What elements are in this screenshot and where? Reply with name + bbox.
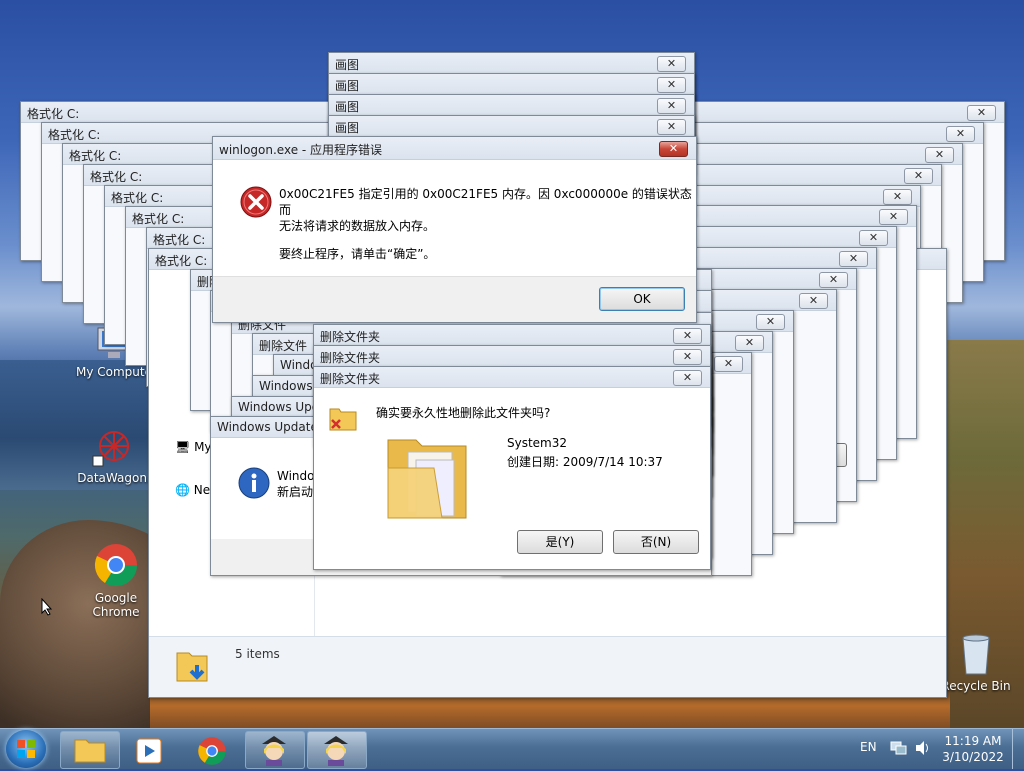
delete-question: 确实要永久性地删除此文件夹吗? [376,406,551,420]
taskbar-chrome[interactable] [182,731,242,769]
error-message: 0x00C21FE5 指定引用的 0x00C21FE5 内存。因 0xc0000… [279,186,696,262]
close-button[interactable]: ✕ [714,356,743,372]
taskbar: EN 11:19 AM 3/10/2022 [0,728,1024,769]
desktop-icon-google-chrome[interactable]: Google Chrome [76,528,156,633]
clock-time: 11:19 AM [944,734,1002,748]
error-icon [240,186,272,218]
datawagon-icon [92,431,129,467]
window-title: 画图 [335,79,360,93]
chrome-icon [198,737,226,765]
no-button[interactable]: 否(N) [613,530,699,554]
recycle-bin-icon [962,634,990,675]
window-title: 格式化 C: [155,254,208,268]
window-title: winlogon.exe - 应用程序错误 [219,143,383,157]
close-button[interactable]: ✕ [904,168,933,184]
close-button[interactable]: ✕ [673,328,702,344]
windows-logo-icon [17,740,35,758]
update-text-line: Windo [277,469,315,483]
network-icon: 🌐 [175,483,190,497]
close-button[interactable]: ✕ [657,119,686,135]
error-message-line: 要终止程序，请单击“确定”。 [279,247,436,261]
close-button[interactable]: ✕ [799,293,828,309]
close-button[interactable]: ✕ [673,370,702,386]
folder-icon [387,439,467,519]
window-title: 格式化 C: [153,233,206,247]
taskbar-app-1[interactable] [245,731,305,769]
window-title: 画图 [335,121,360,135]
nav-item[interactable]: 🖥 My [175,440,212,454]
window-title: 删除文件夹 [320,372,381,386]
window-title: 格式化 C: [48,128,101,142]
close-button[interactable]: ✕ [946,126,975,142]
details-pane: 5 items [149,636,946,697]
delete-folder-dialog[interactable]: 删除文件夹 ✕ 确实要永久性地删除此文件夹吗? System32 创建日期: 20… [313,366,711,570]
window-title: 画图 [335,100,360,114]
close-button[interactable]: ✕ [657,77,686,93]
desktop-icon-label: Google Chrome [92,591,140,619]
window-title: 删除文件夹 [320,330,381,344]
items-count: 5 items [235,647,280,661]
close-button[interactable]: ✕ [839,251,868,267]
window-title: 格式化 C: [132,212,185,226]
nav-item[interactable]: 🌐 Ne [175,483,210,497]
window-title: Windows Update [217,420,318,434]
winlogon-error-dialog[interactable]: winlogon.exe - 应用程序错误 ✕ 0x00C21FE5 指定引用的 … [212,136,697,323]
window-title: 格式化 C: [69,149,122,163]
close-button[interactable]: ✕ [925,147,954,163]
desktop-icon-label: My Compute [76,365,152,379]
close-button[interactable]: ✕ [879,209,908,225]
ok-button[interactable]: OK [599,287,685,311]
taskbar-media-player[interactable] [120,731,180,769]
media-player-icon [136,738,162,764]
window-title: 删除文件 [259,339,308,353]
dialog-footer: OK [213,276,696,322]
chrome-icon [94,544,138,587]
network-icon[interactable] [890,740,908,756]
anime-character-icon [262,736,286,766]
show-desktop-button[interactable] [1012,729,1024,769]
folder-name: System32 [507,436,568,450]
error-message-line: 无法将请求的数据放入内存。 [279,219,436,233]
folder-icon [74,739,106,763]
close-button[interactable]: ✕ [657,56,686,72]
info-icon [238,467,270,499]
desktop-icon-label: Recycle Bin [941,679,1011,693]
folder-download-icon [176,652,208,682]
close-button[interactable]: ✕ [659,141,688,157]
taskbar-explorer[interactable] [60,731,120,769]
desktop-icon-label: DataWagon. [77,471,151,485]
folder-created-date: 创建日期: 2009/7/14 10:37 [507,455,663,469]
close-button[interactable]: ✕ [673,349,702,365]
computer-icon: 🖥 [175,440,191,454]
close-button[interactable]: ✕ [819,272,848,288]
delete-folder-icon [329,408,357,431]
window-title: 格式化 C: [27,107,80,121]
update-text-line: 新启动 [277,485,314,499]
close-button[interactable]: ✕ [657,98,686,114]
clock[interactable]: 11:19 AM 3/10/2022 [940,733,1006,765]
desktop-icon-recycle-bin[interactable]: Recycle Bin [936,630,1016,693]
close-button[interactable]: ✕ [859,230,888,246]
start-button[interactable] [6,730,46,768]
desktop-icon-datawagon[interactable]: DataWagon. [74,424,154,485]
yes-button[interactable]: 是(Y) [517,530,603,554]
close-button[interactable]: ✕ [735,335,764,351]
nav-item-label: My [194,440,212,454]
close-button[interactable]: ✕ [756,314,785,330]
update-text: Windo 新启动 [277,468,315,500]
error-message-line: 0x00C21FE5 指定引用的 0x00C21FE5 内存。因 0xc0000… [279,187,692,217]
window-title: 格式化 C: [111,191,164,205]
volume-icon[interactable] [914,740,932,756]
window-title: 删除文件夹 [320,351,381,365]
clock-date: 3/10/2022 [942,750,1004,764]
mouse-cursor-icon [41,598,53,616]
close-button[interactable]: ✕ [967,105,996,121]
taskbar-app-2[interactable] [307,731,367,769]
window-title: 格式化 C: [90,170,143,184]
anime-character-icon [324,736,348,766]
nav-item-label: Ne [193,483,211,497]
language-indicator[interactable]: EN [860,740,877,754]
close-button[interactable]: ✕ [883,189,912,205]
window-title: 画图 [335,58,360,72]
